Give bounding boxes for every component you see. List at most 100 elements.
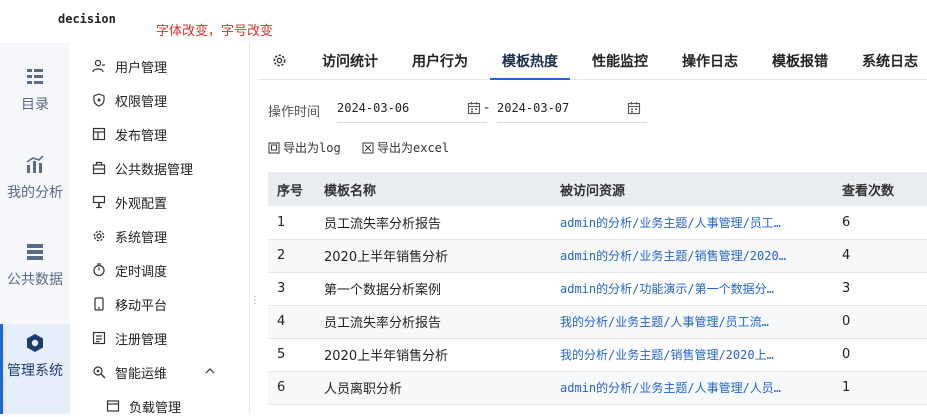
menu-item-permission[interactable]: 权限管理 — [92, 89, 242, 111]
export-excel-icon — [362, 142, 374, 153]
col-header-resource[interactable]: 被访问资源 — [551, 172, 833, 206]
rail-label: 管理系统 — [7, 363, 63, 379]
date-separator: - — [484, 100, 490, 116]
tab-performance[interactable]: 性能监控 — [592, 51, 648, 71]
menu-label: 公共数据管理 — [115, 162, 194, 178]
rail-label: 目录 — [21, 97, 49, 113]
export-log-button[interactable]: 导出为log — [268, 139, 341, 156]
export-excel-label: 导出为excel — [377, 141, 450, 155]
rail-item-my-analysis[interactable]: 我的分析 — [0, 154, 70, 230]
rail-item-catalog[interactable]: 目录 — [0, 66, 70, 142]
menu-label: 智能运维 — [115, 366, 168, 382]
cell-template-name: 2020上半年销售分析 — [315, 239, 551, 273]
mobile-icon — [94, 297, 104, 311]
table-row[interactable]: 1 员工流失率分析报告 admin的分析/业务主题/人事管理/员工… 6 — [268, 206, 927, 240]
rail-item-manage-system[interactable]: 管理系统 — [0, 324, 70, 414]
table-header-row: 序号 模板名称 被访问资源 查看次数 — [268, 172, 927, 206]
menu-label: 注册管理 — [115, 332, 168, 348]
register-icon — [92, 331, 106, 345]
table-row[interactable]: 6 人员离职分析 admin的分析/业务主题/人事管理/人员… 1 — [268, 371, 927, 405]
end-date-value: 2024-03-07 — [497, 101, 570, 115]
cell-template-name: 员工流失率分析报告 — [315, 206, 551, 240]
analysis-icon — [26, 155, 44, 173]
cell-index: 2 — [268, 239, 315, 273]
template-heat-table: 序号 模板名称 被访问资源 查看次数 1 员工流失率分析报告 admin的分析/… — [268, 172, 927, 405]
cell-template-name: 2020上半年销售分析 — [315, 338, 551, 372]
menu-item-user-manage[interactable]: 用户管理 — [92, 55, 242, 77]
menu-label: 权限管理 — [115, 94, 168, 110]
menu-item-register[interactable]: 注册管理 — [92, 327, 242, 349]
cell-resource-link[interactable]: admin的分析/功能演示/第一个数据分… — [551, 272, 833, 306]
cell-views: 4 — [833, 239, 927, 273]
ops-icon — [93, 366, 106, 379]
tab-user-behavior[interactable]: 用户行为 — [412, 51, 468, 71]
table-row[interactable]: 5 2020上半年销售分析 我的分析/业务主题/销售管理/2020上… 0 — [268, 338, 927, 372]
menu-item-schedule[interactable]: 定时调度 — [92, 259, 242, 281]
cell-views: 1 — [833, 371, 927, 405]
menu-label: 移动平台 — [115, 298, 168, 314]
menu-item-appearance[interactable]: 外观配置 — [92, 191, 242, 213]
manage-system-icon — [27, 334, 43, 352]
chevron-up-icon[interactable] — [204, 365, 216, 377]
cell-template-name: 员工流失率分析报告 — [315, 305, 551, 339]
cell-resource-link[interactable]: admin的分析/业务主题/人事管理/员工… — [551, 206, 833, 240]
appearance-icon — [92, 195, 106, 209]
cell-resource-link[interactable]: 我的分析/业务主题/人事管理/员工流… — [551, 305, 833, 339]
publish-icon — [92, 127, 106, 141]
annotation-note: 字体改变，字号改变 — [156, 24, 274, 39]
start-date-input[interactable]: 2024-03-06 — [337, 95, 487, 123]
app-logo: decision — [58, 12, 116, 26]
resize-handle[interactable]: ⋮ — [250, 296, 260, 314]
calendar-icon[interactable] — [627, 101, 641, 115]
tab-bar: 访问统计 用户行为 模板热度 性能监控 操作日志 模板报错 系统日志 — [258, 42, 927, 80]
cell-views: 6 — [833, 206, 927, 240]
cell-resource-link[interactable]: admin的分析/业务主题/人事管理/人员… — [551, 371, 833, 405]
rail-item-public-data[interactable]: 公共数据 — [0, 241, 70, 317]
col-header-views[interactable]: 查看次数 — [833, 172, 927, 206]
settings-gear-icon[interactable] — [272, 53, 287, 68]
table-row[interactable]: 4 员工流失率分析报告 我的分析/业务主题/人事管理/员工流… 0 — [268, 305, 927, 339]
menu-item-public-data-manage[interactable]: 公共数据管理 — [92, 157, 242, 179]
catalog-icon — [27, 69, 43, 84]
menu-item-mobile[interactable]: 移动平台 — [92, 293, 242, 315]
cell-index: 6 — [268, 371, 315, 405]
table-row[interactable]: 2 2020上半年销售分析 admin的分析/业务主题/销售管理/2020… 4 — [268, 239, 927, 273]
tab-template-heat[interactable]: 模板热度 — [490, 51, 570, 80]
operation-time-label: 操作时间 — [268, 105, 321, 120]
left-rail: 目录 我的分析 公共数据 管理系统 — [0, 42, 70, 414]
menu-item-ops[interactable]: 智能运维 — [92, 361, 242, 383]
cell-views: 0 — [833, 338, 927, 372]
tab-template-error[interactable]: 模板报错 — [772, 51, 828, 71]
shield-icon — [93, 93, 105, 107]
cell-index: 5 — [268, 338, 315, 372]
end-date-input[interactable]: 2024-03-07 — [497, 95, 647, 123]
col-header-template-name[interactable]: 模板名称 — [315, 172, 551, 206]
load-icon — [106, 400, 120, 412]
tab-operation-log[interactable]: 操作日志 — [682, 51, 738, 71]
rail-label: 我的分析 — [7, 185, 63, 201]
top-bar: decision 字体改变，字号改变 — [0, 0, 927, 42]
system-menu: 用户管理 权限管理 发布管理 公共数据管理 外观配置 系统管理 定时调度 移动平… — [70, 42, 250, 416]
cell-index: 3 — [268, 272, 315, 306]
calendar-icon[interactable] — [467, 101, 481, 115]
gear-icon — [93, 230, 105, 242]
cell-template-name: 第一个数据分析案例 — [315, 272, 551, 306]
rail-label: 公共数据 — [7, 272, 63, 288]
table-row[interactable]: 3 第一个数据分析案例 admin的分析/功能演示/第一个数据分… 3 — [268, 272, 927, 306]
timer-icon — [93, 263, 105, 277]
tab-system-log[interactable]: 系统日志 — [862, 51, 918, 71]
tab-visit-stats[interactable]: 访问统计 — [322, 51, 378, 71]
export-log-label: 导出为log — [283, 141, 341, 155]
menu-item-publish[interactable]: 发布管理 — [92, 123, 242, 145]
cell-views: 3 — [833, 272, 927, 306]
menu-item-system-manage[interactable]: 系统管理 — [92, 225, 242, 247]
export-excel-button[interactable]: 导出为excel — [362, 139, 449, 156]
cell-index: 1 — [268, 206, 315, 240]
cell-resource-link[interactable]: admin的分析/业务主题/销售管理/2020… — [551, 239, 833, 273]
menu-label: 发布管理 — [115, 128, 168, 144]
cell-resource-link[interactable]: 我的分析/业务主题/销售管理/2020上… — [551, 338, 833, 372]
user-manage-icon — [92, 59, 105, 73]
cell-index: 4 — [268, 305, 315, 339]
menu-label: 系统管理 — [115, 230, 168, 246]
col-header-index[interactable]: 序号 — [268, 172, 315, 206]
